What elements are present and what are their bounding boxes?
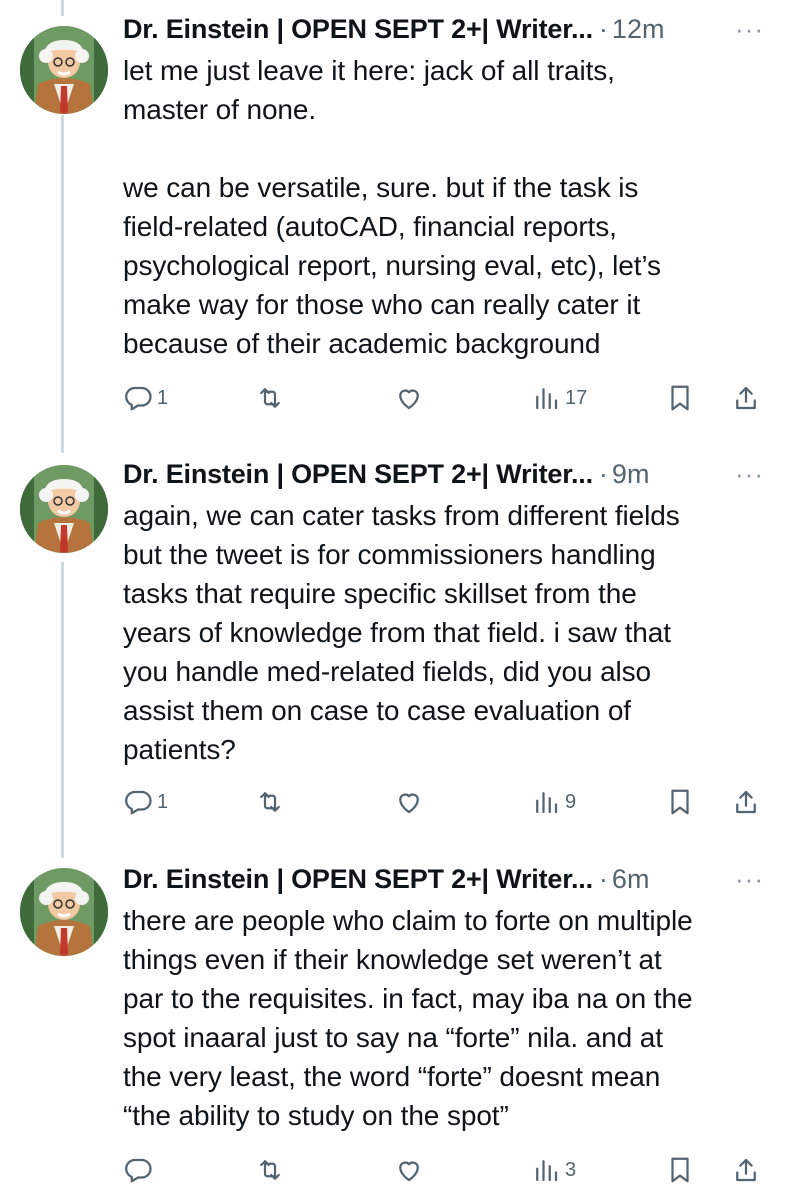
views-button[interactable]: 9 — [531, 782, 576, 822]
reply-icon — [125, 790, 152, 815]
retweet-icon — [260, 792, 280, 812]
bookmark-icon — [671, 1157, 689, 1183]
like-button[interactable] — [394, 378, 424, 418]
retweet-icon — [260, 388, 280, 408]
reply-button[interactable]: 1 — [123, 378, 168, 418]
like-button[interactable] — [394, 1150, 424, 1190]
share-icon — [736, 386, 756, 410]
timestamp[interactable]: 6m — [612, 864, 650, 895]
views-count: 17 — [565, 386, 588, 409]
reply-count: 1 — [157, 790, 169, 813]
reply-button[interactable] — [123, 1150, 157, 1190]
timestamp[interactable]: 9m — [612, 459, 650, 490]
like-icon — [399, 389, 419, 410]
timestamp[interactable]: 12m — [612, 14, 665, 45]
tweet-header: Dr. Einstein | OPEN SEPT 2+| Writer... ·… — [123, 14, 768, 48]
like-icon — [399, 793, 419, 814]
avatar-image — [20, 465, 108, 553]
tweet-text: again, we can cater tasks from different… — [123, 500, 680, 765]
retweet-button[interactable] — [255, 1150, 285, 1190]
share-button[interactable] — [731, 1150, 761, 1190]
avatar[interactable] — [20, 868, 108, 956]
tweet-actions: 1 17 — [123, 378, 768, 418]
more-options-icon[interactable]: ··· — [735, 459, 764, 490]
views-icon — [536, 792, 558, 814]
avatar-image — [20, 868, 108, 956]
display-name[interactable]: Dr. Einstein | OPEN SEPT 2+| Writer... — [123, 14, 593, 45]
reply-button[interactable]: 1 — [123, 782, 168, 822]
bookmark-button[interactable] — [665, 1150, 695, 1190]
bookmark-icon — [671, 385, 689, 411]
like-icon — [399, 1161, 419, 1182]
tweet-actions: 3 — [123, 1150, 768, 1190]
share-icon — [736, 1158, 756, 1182]
retweet-button[interactable] — [255, 782, 285, 822]
display-name[interactable]: Dr. Einstein | OPEN SEPT 2+| Writer... — [123, 459, 593, 490]
retweet-button[interactable] — [255, 378, 285, 418]
tweet-text: there are people who claim to forte on m… — [123, 905, 693, 1131]
retweet-icon — [260, 1160, 280, 1180]
separator-dot: · — [598, 14, 608, 44]
more-options-icon[interactable]: ··· — [735, 14, 764, 45]
tweet-header: Dr. Einstein | OPEN SEPT 2+| Writer... ·… — [123, 459, 768, 493]
avatar[interactable] — [20, 465, 108, 553]
reply-icon — [125, 1158, 152, 1183]
views-count: 9 — [565, 790, 577, 813]
thread-line — [61, 115, 64, 453]
like-button[interactable] — [394, 782, 424, 822]
views-icon — [536, 1160, 558, 1182]
thread-line — [61, 0, 64, 16]
tweet-header: Dr. Einstein | OPEN SEPT 2+| Writer... ·… — [123, 864, 768, 898]
views-button[interactable]: 3 — [531, 1150, 576, 1190]
bookmark-button[interactable] — [665, 782, 695, 822]
share-button[interactable] — [731, 378, 761, 418]
separator-dot: · — [598, 864, 608, 894]
reply-icon — [125, 386, 152, 411]
share-button[interactable] — [731, 782, 761, 822]
tweet-text: let me just leave it here: jack of all t… — [123, 55, 661, 359]
share-icon — [736, 790, 756, 814]
display-name[interactable]: Dr. Einstein | OPEN SEPT 2+| Writer... — [123, 864, 593, 895]
bookmark-icon — [671, 789, 689, 815]
tweet-actions: 1 9 — [123, 782, 768, 822]
reply-count: 1 — [157, 386, 169, 409]
thread-line — [61, 562, 64, 858]
avatar[interactable] — [20, 26, 108, 114]
avatar-image — [20, 26, 108, 114]
views-button[interactable]: 17 — [531, 378, 587, 418]
separator-dot: · — [598, 459, 608, 489]
views-icon — [536, 388, 558, 410]
more-options-icon[interactable]: ··· — [735, 864, 764, 895]
bookmark-button[interactable] — [665, 378, 695, 418]
views-count: 3 — [565, 1158, 577, 1181]
